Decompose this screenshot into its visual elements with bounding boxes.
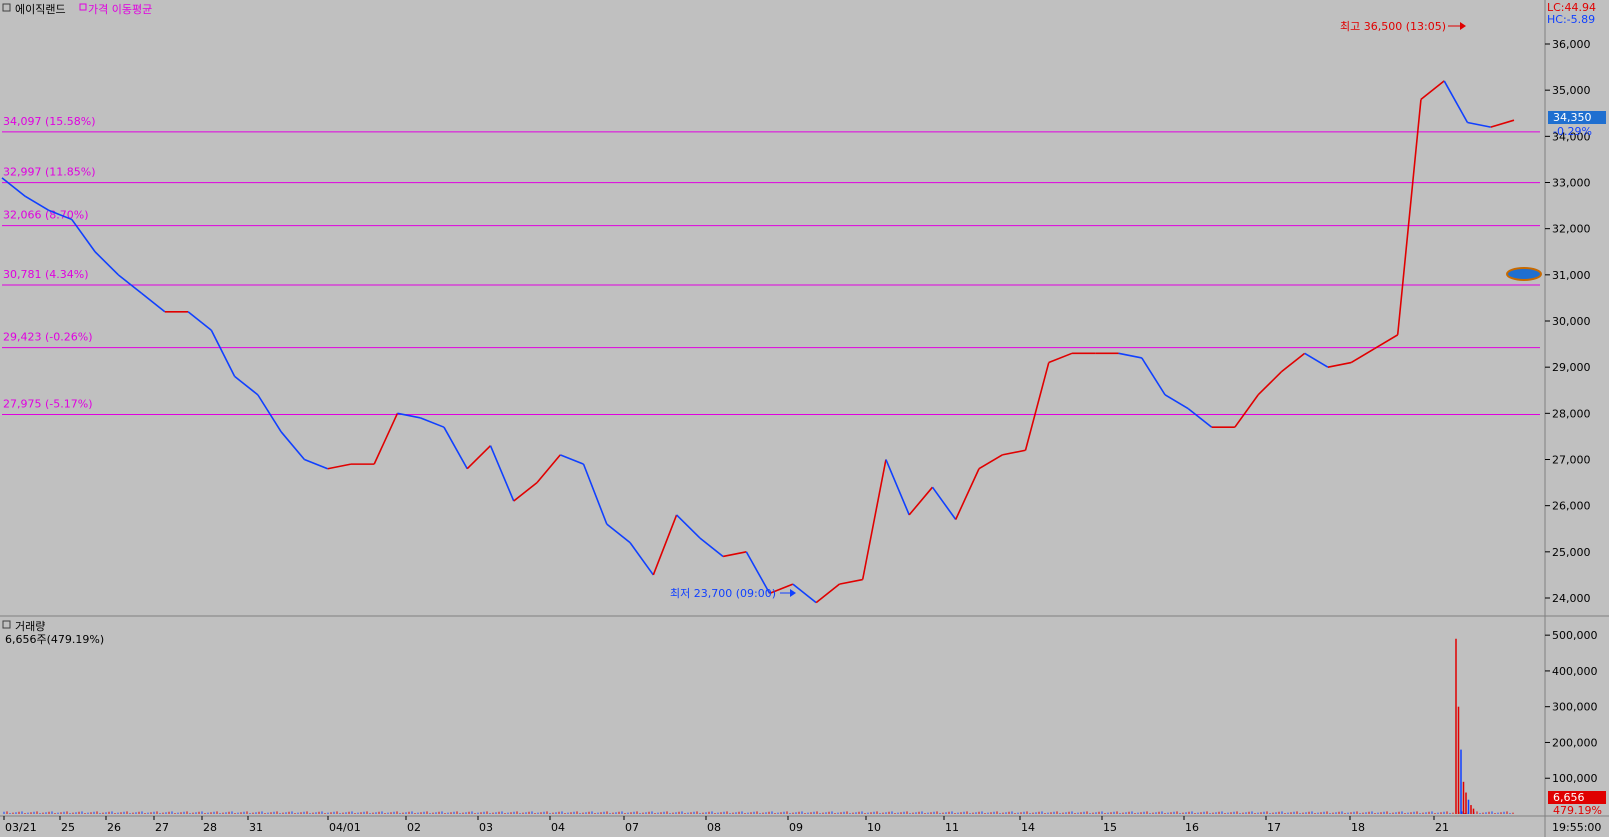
volume-summary: 6,656주(479.19%): [5, 633, 104, 646]
low-annotation: 최저 23,700 (09:00): [670, 587, 776, 600]
time-tick-label: 03: [479, 821, 493, 834]
price-tick-label: 36,000: [1552, 38, 1591, 51]
current-volume-label: 6,656: [1553, 791, 1585, 804]
time-tick-label: 27: [155, 821, 169, 834]
background: [0, 0, 1609, 837]
price-tick-label: 28,000: [1552, 407, 1591, 420]
price-tick-label: 35,000: [1552, 84, 1591, 97]
time-tick-label: 04/01: [329, 821, 361, 834]
price-tick-label: 24,000: [1552, 592, 1591, 605]
price-tick-label: 30,000: [1552, 315, 1591, 328]
time-tick-label: 02: [407, 821, 421, 834]
hc-label: HC:-5.89: [1547, 13, 1595, 26]
time-tick-label: 21: [1435, 821, 1449, 834]
time-tick-label: 11: [945, 821, 959, 834]
time-tick-label: 18: [1351, 821, 1365, 834]
time-label: 19:55:00: [1552, 821, 1601, 834]
price-tick-label: 25,000: [1552, 546, 1591, 559]
stock-chart[interactable]: 에이직랜드 가격 이동평균 LC:44.94 HC:-5.89 34,097 (…: [0, 0, 1609, 837]
volume-tick-label: 400,000: [1552, 665, 1598, 678]
time-tick-label: 28: [203, 821, 217, 834]
chart-window: 에이직랜드 가격 이동평균 LC:44.94 HC:-5.89 34,097 (…: [0, 0, 1609, 837]
level-label: 34,097 (15.58%): [3, 115, 96, 128]
time-tick-label: 15: [1103, 821, 1117, 834]
volume-tick-label: 200,000: [1552, 736, 1598, 749]
current-price-label: 34,350: [1553, 111, 1592, 124]
price-tick-label: 33,000: [1552, 177, 1591, 190]
drawing-ellipse-marker[interactable]: [1506, 267, 1542, 281]
time-tick-label: 07: [625, 821, 639, 834]
level-label: 29,423 (-0.26%): [3, 331, 92, 344]
price-tick-label: 31,000: [1552, 269, 1591, 282]
time-tick-label: 10: [867, 821, 881, 834]
indicator-label[interactable]: 가격 이동평균: [88, 3, 152, 16]
price-tick-label: 27,000: [1552, 454, 1591, 467]
current-change-label: -0.29%: [1553, 125, 1592, 138]
time-tick-label: 14: [1021, 821, 1035, 834]
level-label: 32,997 (11.85%): [3, 166, 96, 179]
time-tick-label: 25: [61, 821, 75, 834]
volume-tick-label: 100,000: [1552, 772, 1598, 785]
level-label: 27,975 (-5.17%): [3, 397, 92, 410]
volume-tick-label: 500,000: [1552, 629, 1598, 642]
price-tick-label: 29,000: [1552, 361, 1591, 374]
time-tick-label: 26: [107, 821, 121, 834]
time-tick-label: 08: [707, 821, 721, 834]
time-tick-label: 09: [789, 821, 803, 834]
time-tick-label: 17: [1267, 821, 1281, 834]
volume-tick-label: 300,000: [1552, 701, 1598, 714]
volume-title: 거래량: [15, 620, 45, 633]
level-label: 32,066 (8.70%): [3, 209, 89, 222]
high-annotation: 최고 36,500 (13:05): [1340, 20, 1446, 33]
time-tick-label: 04: [551, 821, 565, 834]
price-tick-label: 32,000: [1552, 223, 1591, 236]
current-volume-pct: 479.19%: [1553, 804, 1602, 817]
chart-title: 에이직랜드: [15, 3, 66, 16]
level-label: 30,781 (4.34%): [3, 268, 89, 281]
time-tick-label: 03/21: [5, 821, 37, 834]
time-tick-label: 31: [249, 821, 263, 834]
time-tick-label: 16: [1185, 821, 1199, 834]
price-tick-label: 26,000: [1552, 500, 1591, 513]
